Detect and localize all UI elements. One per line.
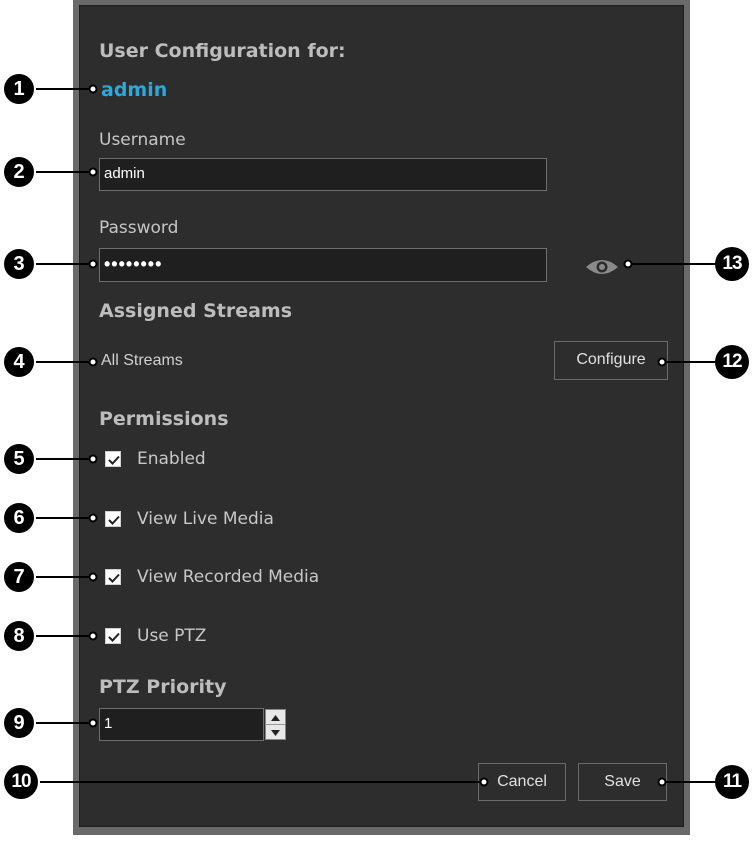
callout-marker: 11: [715, 765, 749, 799]
callout-marker: 2: [4, 157, 34, 187]
password-label: Password: [99, 218, 179, 238]
password-input[interactable]: ••••••••: [99, 248, 547, 282]
use-ptz-label: Use PTZ: [137, 626, 207, 646]
callout-marker: 10: [4, 765, 38, 799]
stepper-up-icon[interactable]: [266, 710, 285, 725]
cancel-button[interactable]: Cancel: [478, 763, 566, 801]
enabled-label: Enabled: [137, 449, 206, 469]
enabled-checkbox[interactable]: [105, 451, 121, 467]
username-label: Username: [99, 130, 186, 150]
assigned-streams-heading: Assigned Streams: [99, 300, 293, 322]
callout-marker: 13: [715, 247, 749, 281]
user-name-display: admin: [101, 79, 168, 101]
callout-marker: 9: [4, 708, 34, 738]
callout-marker: 3: [4, 249, 34, 279]
ptz-priority-input[interactable]: 1: [99, 708, 264, 741]
save-button[interactable]: Save: [578, 763, 667, 801]
permissions-heading: Permissions: [99, 408, 229, 430]
use-ptz-checkbox[interactable]: [105, 628, 121, 644]
ptz-priority-stepper[interactable]: [265, 709, 286, 740]
assigned-streams-value: All Streams: [101, 352, 183, 369]
callout-marker: 1: [4, 74, 34, 104]
username-input[interactable]: admin: [99, 158, 547, 191]
view-recorded-media-checkbox[interactable]: [105, 569, 121, 585]
callout-marker: 4: [4, 347, 34, 377]
eye-icon[interactable]: [584, 256, 620, 278]
callout-marker: 7: [4, 562, 34, 592]
callout-marker: 5: [4, 444, 34, 474]
dialog-title: User Configuration for:: [99, 40, 346, 62]
view-live-media-label: View Live Media: [137, 509, 274, 529]
view-recorded-media-label: View Recorded Media: [137, 567, 320, 587]
callout-marker: 12: [715, 345, 749, 379]
view-live-media-checkbox[interactable]: [105, 511, 121, 527]
stepper-down-icon[interactable]: [266, 725, 285, 739]
callout-marker: 6: [4, 503, 34, 533]
callout-marker: 8: [4, 621, 34, 651]
ptz-priority-heading: PTZ Priority: [99, 676, 227, 698]
configure-button[interactable]: Configure: [554, 341, 668, 380]
